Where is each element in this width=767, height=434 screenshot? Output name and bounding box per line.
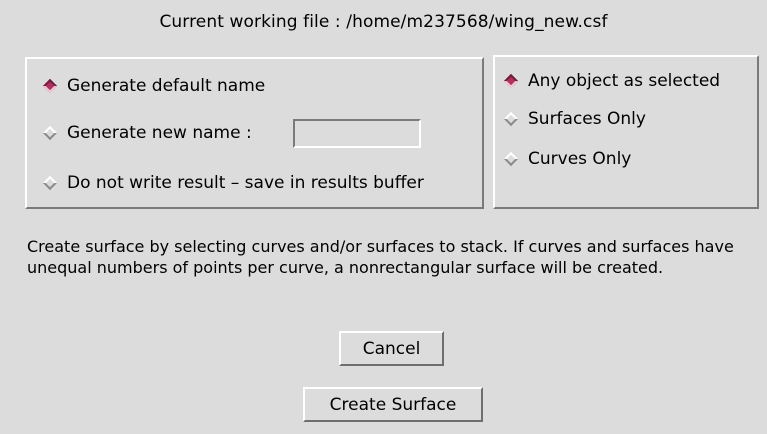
output-name-options-panel: Generate default name Generate new name … xyxy=(25,57,484,209)
radio-selected-icon xyxy=(42,78,58,94)
radio-do-not-write-result[interactable]: Do not write result – save in results bu… xyxy=(41,173,424,193)
radio-label: Generate new name : xyxy=(67,123,252,143)
working-file-title: Current working file : /home/m237568/win… xyxy=(159,12,608,32)
radio-unselected-icon xyxy=(503,111,519,127)
radio-generate-new-name[interactable]: Generate new name : xyxy=(41,123,252,143)
selection-filter-panel: Any object as selected Surfaces Only Cur… xyxy=(493,55,759,209)
radio-selected-icon xyxy=(503,73,519,89)
radio-unselected-icon xyxy=(42,175,58,191)
radio-unselected-icon xyxy=(42,125,58,141)
radio-label: Generate default name xyxy=(67,76,266,96)
new-name-input[interactable] xyxy=(293,119,421,148)
radio-unselected-icon xyxy=(503,151,519,167)
radio-surfaces-only[interactable]: Surfaces Only xyxy=(502,109,646,129)
radio-label: Curves Only xyxy=(528,149,632,169)
radio-label: Do not write result – save in results bu… xyxy=(67,173,424,193)
radio-curves-only[interactable]: Curves Only xyxy=(502,149,631,169)
radio-label: Any object as selected xyxy=(528,71,721,91)
radio-label: Surfaces Only xyxy=(528,109,646,129)
create-surface-button[interactable]: Create Surface xyxy=(303,387,483,422)
radio-generate-default-name[interactable]: Generate default name xyxy=(41,76,265,96)
instructions-text: Create surface by selecting curves and/o… xyxy=(27,237,734,277)
cancel-button[interactable]: Cancel xyxy=(339,331,444,366)
radio-any-object-as-selected[interactable]: Any object as selected xyxy=(502,71,720,91)
